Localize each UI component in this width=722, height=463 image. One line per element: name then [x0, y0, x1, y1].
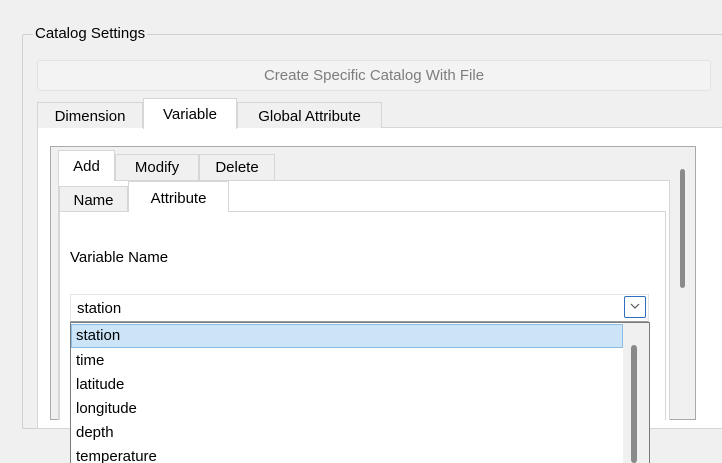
list-item-station[interactable]: station — [71, 324, 623, 348]
list-item-latitude[interactable]: latitude — [71, 373, 623, 397]
variable-name-combobox-value: station — [77, 300, 122, 317]
dropdown-scrollbar-thumb[interactable] — [631, 345, 637, 463]
chevron-down-icon — [630, 303, 640, 309]
list-item-longitude[interactable]: longitude — [71, 397, 623, 421]
catalog-settings-title: Catalog Settings — [33, 25, 148, 43]
create-catalog-button[interactable]: Create Specific Catalog With File — [37, 60, 711, 91]
tab-add[interactable]: Add — [58, 150, 115, 181]
tab-modify[interactable]: Modify — [115, 154, 199, 180]
tab-attribute[interactable]: Attribute — [128, 181, 229, 212]
tab-variable[interactable]: Variable — [143, 98, 237, 129]
variable-name-combobox[interactable] — [70, 294, 649, 322]
variable-name-dropdown-list[interactable]: station time latitude longitude depth te… — [70, 322, 650, 463]
tab-global-attribute[interactable]: Global Attribute — [237, 102, 382, 128]
dropdown-button[interactable] — [624, 296, 646, 318]
tab-name[interactable]: Name — [59, 186, 128, 212]
tab-delete[interactable]: Delete — [199, 154, 275, 180]
tab-dimension[interactable]: Dimension — [37, 102, 143, 128]
list-item-time[interactable]: time — [71, 349, 623, 373]
list-item-depth[interactable]: depth — [71, 421, 623, 445]
list-item-temperature[interactable]: temperature — [71, 445, 623, 463]
variable-name-label: Variable Name — [70, 249, 169, 266]
vertical-scrollbar-thumb[interactable] — [680, 169, 685, 288]
